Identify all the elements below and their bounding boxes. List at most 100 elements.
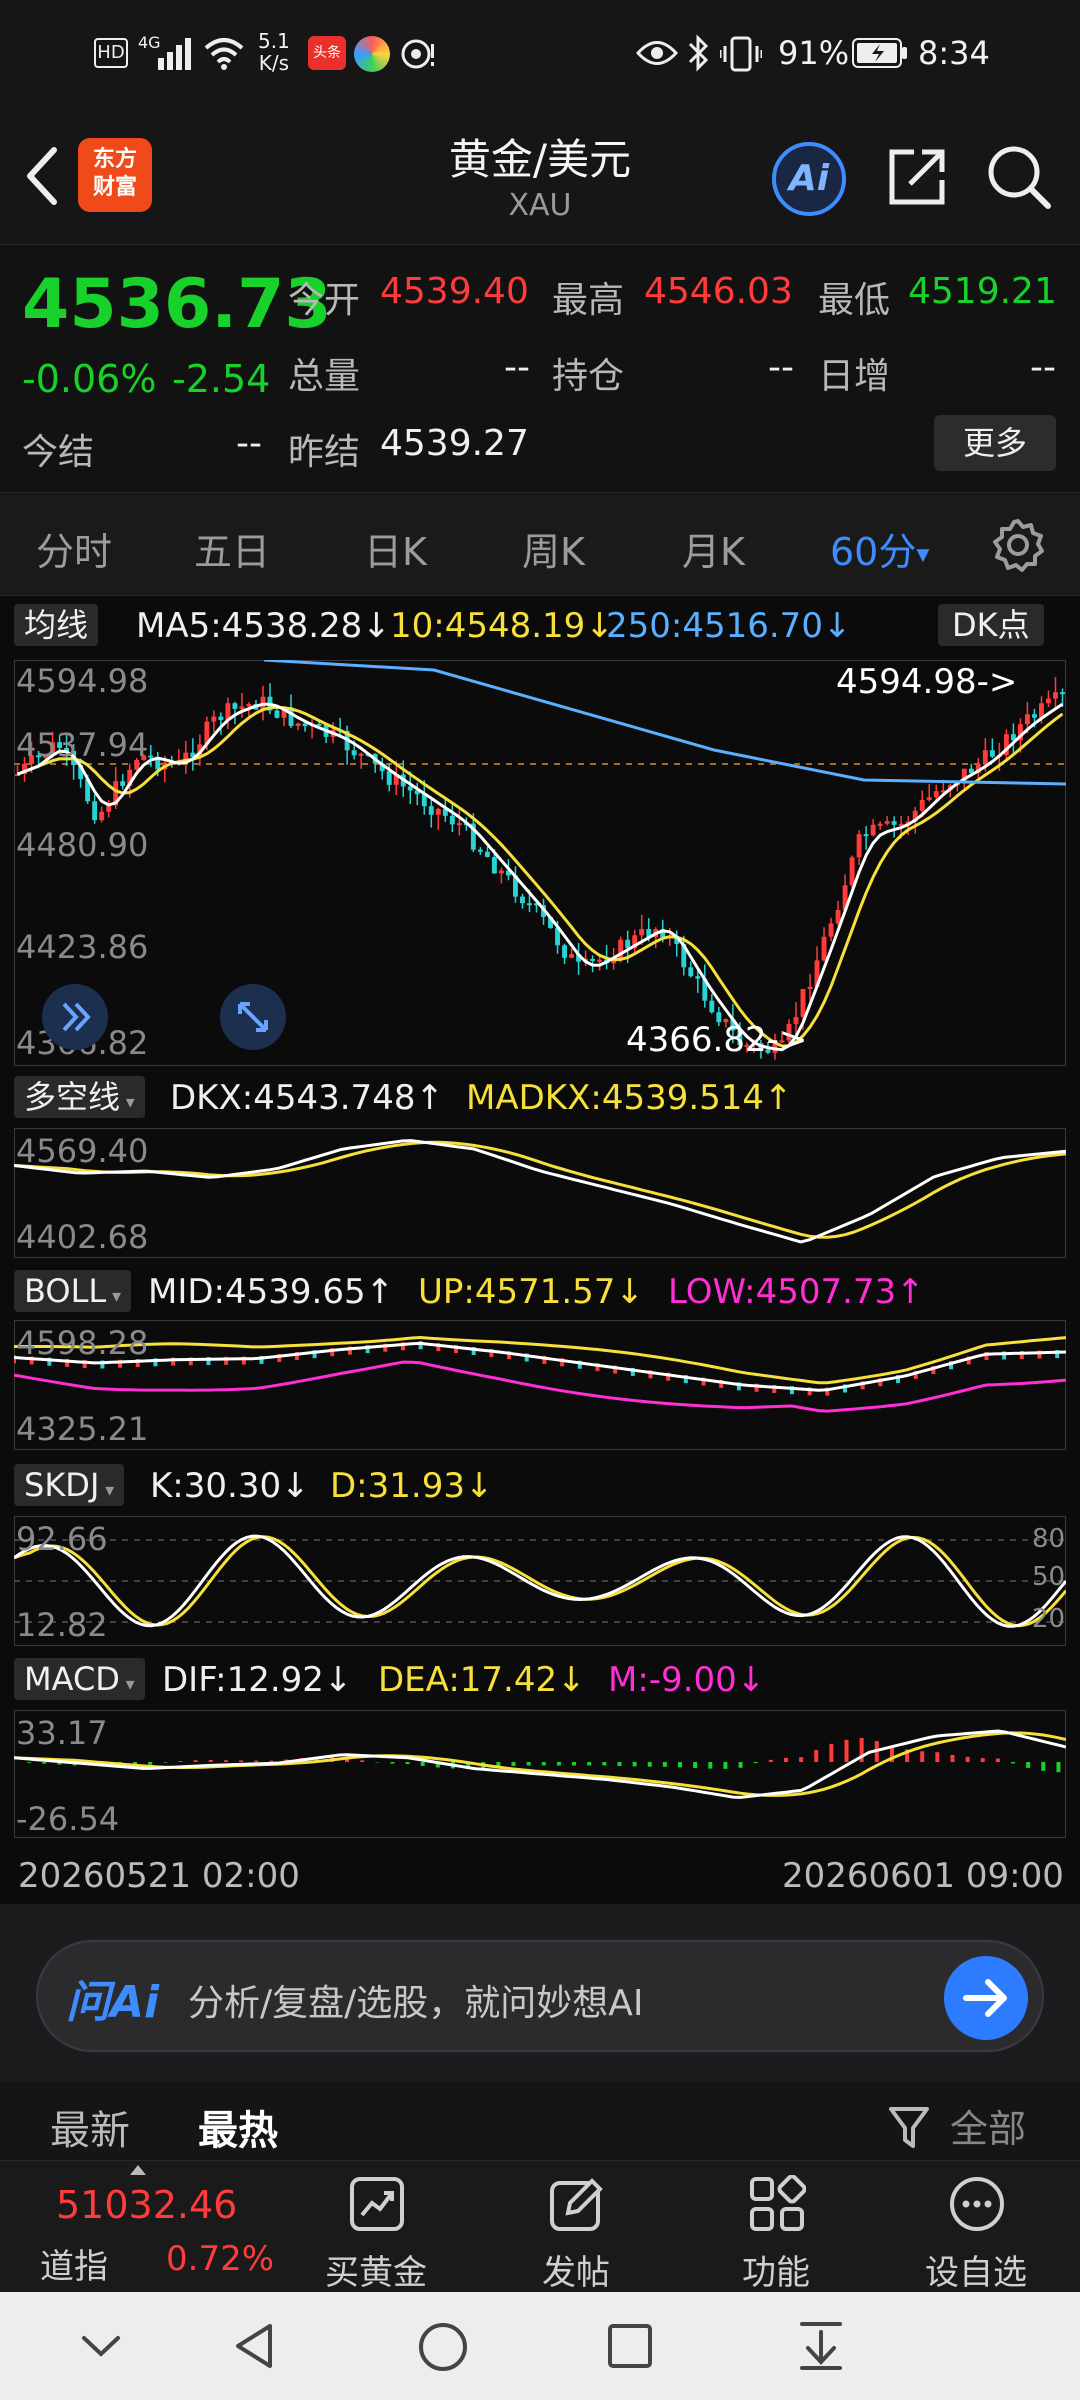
filter-icon[interactable] bbox=[888, 2104, 930, 2152]
filter-all[interactable]: 全部 bbox=[950, 2098, 1026, 2153]
battery-icon bbox=[852, 38, 907, 68]
eye-icon bbox=[636, 41, 678, 65]
home-nav-icon[interactable] bbox=[416, 2320, 470, 2374]
low-label: 最低 bbox=[818, 280, 891, 321]
candle-body bbox=[800, 989, 806, 1017]
boll-chart[interactable] bbox=[14, 1320, 1066, 1450]
skdj-selector-label: SKDJ bbox=[24, 1466, 100, 1504]
candle-body bbox=[232, 703, 238, 709]
candle-body bbox=[239, 706, 245, 709]
candle-body bbox=[491, 856, 497, 874]
buy-gold-button[interactable]: 买黄金 bbox=[286, 2161, 466, 2293]
macd-selector[interactable]: MACD ▾ bbox=[14, 1658, 145, 1700]
madkx-line bbox=[14, 1140, 1066, 1239]
position-value: -- bbox=[768, 347, 794, 388]
tab-daily-k[interactable]: 日K bbox=[364, 521, 427, 576]
more-button[interactable]: 更多 bbox=[934, 415, 1056, 471]
ai-logo: 问Ai bbox=[66, 1977, 160, 2028]
candle-body bbox=[484, 851, 490, 857]
post-button[interactable]: 发帖 bbox=[486, 2161, 666, 2293]
hd-icon: HD bbox=[94, 38, 128, 68]
skdj-axis-right-50: 50 bbox=[1032, 1562, 1066, 1592]
add-watchlist-button[interactable]: 设自选 bbox=[886, 2161, 1066, 2293]
tab-weekly-k[interactable]: 周K bbox=[522, 521, 585, 576]
last-price: 4536.73 bbox=[22, 265, 332, 344]
dkx-line bbox=[14, 1139, 1066, 1244]
boll-low-value: LOW:4507.73↑ bbox=[668, 1272, 925, 1312]
dkx-chart[interactable] bbox=[14, 1128, 1066, 1258]
candle-body bbox=[1053, 692, 1058, 699]
tab-hottest[interactable]: 最热 bbox=[198, 2098, 278, 2156]
search-icon[interactable] bbox=[984, 142, 1054, 212]
madkx-value: MADKX:4539.514↑ bbox=[466, 1078, 793, 1118]
index-ticker[interactable]: 51032.46 道指 0.72% bbox=[0, 2161, 290, 2293]
position-label: 持仓 bbox=[552, 356, 625, 397]
macd-chart[interactable] bbox=[14, 1710, 1066, 1838]
ma-selector[interactable]: 均线 bbox=[14, 604, 99, 646]
vibrate-icon bbox=[720, 36, 762, 72]
gear-icon[interactable] bbox=[990, 517, 1046, 573]
tab-60min[interactable]: 60分▾ bbox=[830, 521, 929, 576]
candle-body bbox=[891, 821, 897, 825]
ma-legend-bar: 均线 MA5:4538.28↓ 10:4548.19↓ 250:4516.70↓… bbox=[0, 600, 1080, 650]
header: 东方 财富 黄金/美元 XAU Ai bbox=[0, 108, 1080, 244]
ai-button[interactable]: Ai bbox=[772, 142, 846, 216]
signal-icon bbox=[158, 38, 191, 70]
skdj-chart[interactable] bbox=[14, 1516, 1066, 1646]
volume-value: -- bbox=[504, 347, 530, 388]
functions-button[interactable]: 功能 bbox=[686, 2161, 866, 2293]
ai-search-bar[interactable]: 问Ai 分析/复盘/选股，就问妙想AI bbox=[36, 1940, 1044, 2052]
recents-nav-icon[interactable] bbox=[606, 2322, 654, 2370]
boll-mid-value: MID:4539.65↑ bbox=[148, 1272, 395, 1312]
notification-pull-icon[interactable] bbox=[796, 2318, 846, 2372]
open-label: 今开 bbox=[288, 280, 361, 321]
boll-mid-line bbox=[14, 1341, 1066, 1392]
ai-button-label: Ai bbox=[788, 158, 830, 199]
chevron-down-icon[interactable] bbox=[78, 2326, 124, 2366]
expand-left-button[interactable] bbox=[42, 984, 108, 1050]
candle-body bbox=[562, 945, 568, 958]
clock: 8:34 bbox=[918, 34, 990, 72]
candle-body bbox=[386, 771, 392, 785]
skdj-d-value: D:31.93↓ bbox=[330, 1466, 494, 1506]
candle-body bbox=[877, 823, 883, 826]
system-nav-bar bbox=[0, 2292, 1080, 2400]
tab-monthly-k[interactable]: 月K bbox=[682, 521, 745, 576]
candle-body bbox=[982, 750, 988, 765]
skdj-axis-min: 12.82 bbox=[16, 1606, 108, 1644]
tab-intraday[interactable]: 分时 bbox=[36, 521, 112, 576]
settle-label: 今结 bbox=[22, 432, 95, 473]
open-value: 4539.40 bbox=[380, 271, 529, 312]
fullscreen-button[interactable] bbox=[220, 984, 286, 1050]
dk-button[interactable]: DK点 bbox=[938, 604, 1044, 646]
net-speed: 5.1 K/s bbox=[258, 29, 290, 75]
candle-body bbox=[625, 939, 631, 949]
tab-latest[interactable]: 最新 bbox=[50, 2098, 130, 2156]
candle-body bbox=[498, 870, 504, 874]
boll-legend-bar: BOLL ▾ MID:4539.65↑ UP:4571.57↓ LOW:4507… bbox=[0, 1266, 1080, 1316]
ma5-line bbox=[16, 702, 1064, 1052]
candle-body bbox=[351, 750, 357, 756]
candle-body bbox=[849, 857, 855, 886]
low-value: 4519.21 bbox=[908, 271, 1057, 312]
back-nav-icon[interactable] bbox=[230, 2320, 280, 2372]
candle-body bbox=[569, 954, 575, 958]
ai-search-placeholder: 分析/复盘/选股，就问妙想AI bbox=[188, 1983, 644, 2024]
share-icon[interactable] bbox=[884, 144, 950, 210]
prev-settle-label: 昨结 bbox=[288, 432, 361, 473]
boll-selector[interactable]: BOLL ▾ bbox=[14, 1270, 131, 1312]
chevron-down-icon: ▾ bbox=[106, 1286, 121, 1307]
tab-five-day[interactable]: 五日 bbox=[194, 521, 270, 576]
candle-body bbox=[1046, 698, 1051, 704]
ai-submit-button[interactable] bbox=[944, 1956, 1028, 2040]
index-up-indicator bbox=[130, 2165, 146, 2175]
dkx-selector-label: 多空线 bbox=[24, 1078, 121, 1116]
skdj-selector[interactable]: SKDJ ▾ bbox=[14, 1464, 125, 1506]
candle-body bbox=[428, 806, 434, 815]
kline-chart[interactable] bbox=[14, 660, 1066, 1066]
chevron-down-icon: ▾ bbox=[99, 1480, 115, 1501]
candle-body bbox=[926, 797, 932, 800]
skdj-axis-right-80: 80 bbox=[1032, 1524, 1066, 1554]
dkx-selector[interactable]: 多空线 ▾ bbox=[14, 1076, 145, 1118]
change-value: -2.54 bbox=[172, 357, 271, 401]
